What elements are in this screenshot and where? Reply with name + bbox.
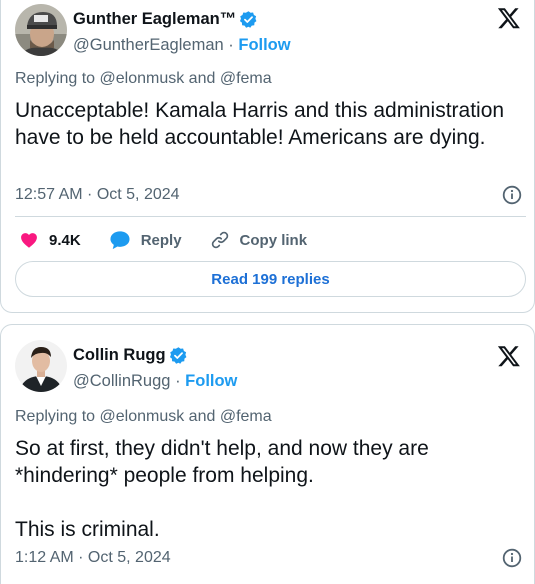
link-icon (211, 231, 228, 249)
mention-fema[interactable]: @fema (220, 408, 272, 425)
verified-badge-icon (239, 10, 258, 29)
tweet-text: So at first, they didn't help, and now t… (15, 437, 429, 541)
heart-icon (21, 233, 37, 248)
info-icon[interactable] (502, 548, 522, 568)
speech-bubble-icon (110, 231, 130, 250)
x-logo-icon[interactable] (497, 344, 521, 368)
handle-row: @GuntherEagleman · Follow (73, 36, 291, 55)
replying-prefix: Replying to (15, 408, 96, 425)
tweet-header: Gunther Eagleman™ @GuntherEagleman · Fol… (15, 4, 534, 60)
replying-to: Replying to @elonmusk and @fema (15, 70, 272, 88)
separator-dot: · (228, 36, 234, 54)
read-replies-button[interactable]: Read 199 replies (15, 261, 526, 297)
tweet-header: Collin Rugg @CollinRugg · Follow (15, 340, 534, 396)
author-handle[interactable]: @CollinRugg (73, 372, 170, 390)
tweet-timestamp[interactable]: 1:12 AM · Oct 5, 2024 (15, 549, 171, 567)
reply-button[interactable]: Reply (109, 230, 182, 250)
replying-and: and (188, 70, 216, 87)
separator-dot: · (175, 372, 181, 390)
follow-button[interactable]: Follow (185, 372, 237, 390)
replying-and: and (188, 408, 216, 425)
x-logo-icon[interactable] (497, 6, 521, 30)
mention-elonmusk[interactable]: @elonmusk (100, 408, 185, 425)
author-name[interactable]: Collin Rugg (73, 346, 166, 365)
reply-label: Reply (140, 231, 182, 249)
follow-button[interactable]: Follow (238, 36, 290, 54)
avatar-gunther[interactable] (15, 4, 67, 56)
divider (15, 216, 526, 217)
copy-link-label: Copy link (239, 231, 308, 249)
author-block: Collin Rugg @CollinRugg · Follow (73, 344, 237, 391)
replying-prefix: Replying to (15, 70, 96, 87)
like-count: 9.4K (49, 231, 81, 249)
mention-elonmusk[interactable]: @elonmusk (100, 70, 185, 87)
action-bar: 9.4K Reply Copy link (19, 229, 335, 251)
author-block: Gunther Eagleman™ @GuntherEagleman · Fol… (73, 8, 291, 55)
avatar-collin[interactable] (15, 340, 67, 392)
replying-to: Replying to @elonmusk and @fema (15, 408, 272, 426)
handle-row: @CollinRugg · Follow (73, 372, 237, 391)
tweet-text: Unacceptable! Kamala Harris and this adm… (15, 99, 505, 149)
info-icon[interactable] (502, 185, 522, 205)
tweet-card-gunther[interactable]: Gunther Eagleman™ @GuntherEagleman · Fol… (0, 0, 535, 313)
author-handle[interactable]: @GuntherEagleman (73, 36, 224, 54)
mention-fema[interactable]: @fema (220, 70, 272, 87)
tweet-card-collin[interactable]: Collin Rugg @CollinRugg · Follow Replyin (0, 324, 535, 584)
tweet-timestamp[interactable]: 12:57 AM · Oct 5, 2024 (15, 186, 180, 204)
verified-badge-icon (169, 346, 188, 365)
like-button[interactable]: 9.4K (19, 230, 81, 250)
copy-link-button[interactable]: Copy link (210, 230, 308, 250)
author-name[interactable]: Gunther Eagleman™ (73, 10, 236, 29)
